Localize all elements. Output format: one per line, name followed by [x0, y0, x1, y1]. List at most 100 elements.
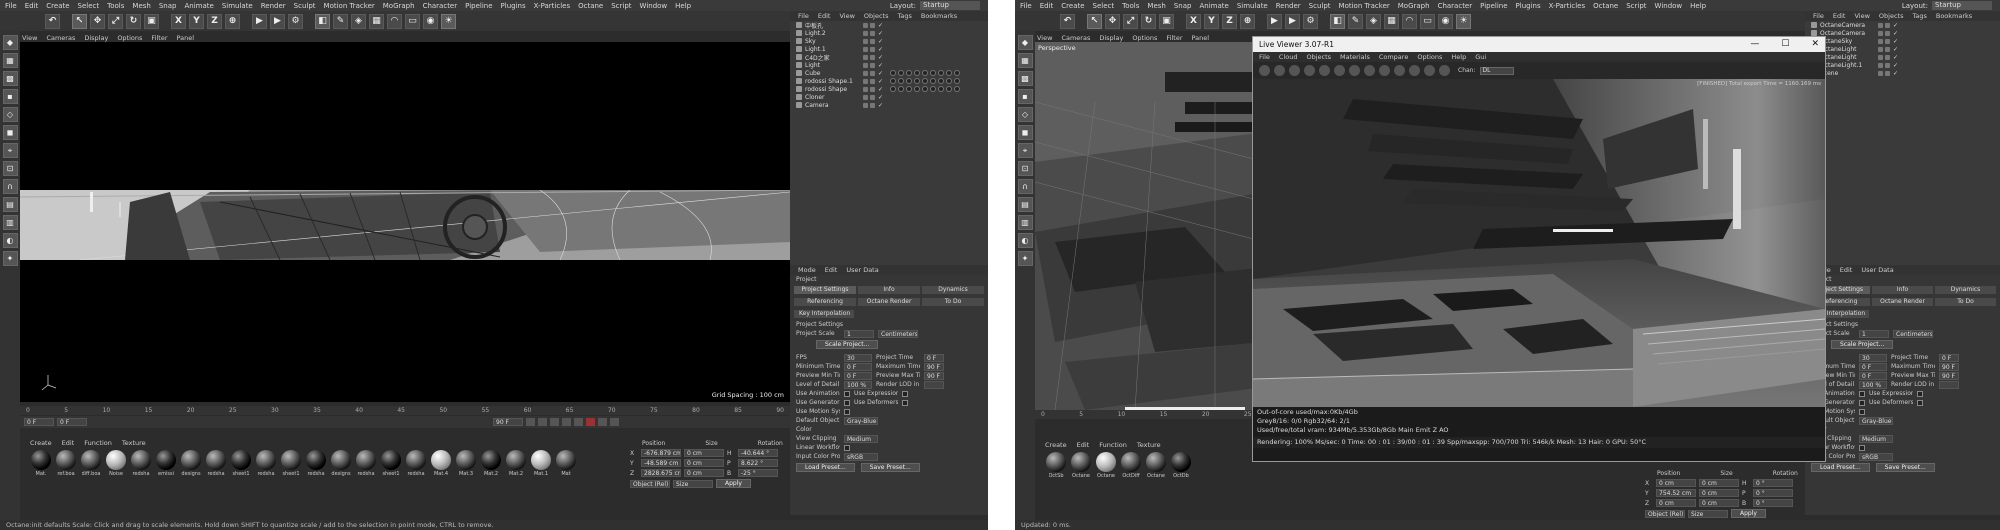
render-view-icon[interactable]: ▶ — [252, 13, 267, 29]
object-row[interactable]: rodossi Shape ✓ — [790, 85, 988, 93]
pen-icon[interactable]: ✎ — [333, 13, 348, 29]
load-preset-button[interactable]: Load Preset... — [796, 463, 855, 472]
size-field[interactable]: 0 cm — [1699, 499, 1739, 507]
start-frame-field[interactable]: 0 F — [24, 418, 54, 426]
viewport-menu-panel[interactable]: Panel — [1192, 34, 1210, 42]
lock-icon[interactable] — [1334, 65, 1345, 76]
checkbox[interactable] — [1859, 444, 1865, 451]
material-tag-icon[interactable] — [890, 78, 897, 84]
snap-icon[interactable]: ⊡ — [1017, 161, 1033, 176]
enabled-check-icon[interactable]: ✓ — [878, 22, 883, 29]
menu-item-script[interactable]: Script — [1626, 2, 1646, 10]
axis-z-icon[interactable]: Z — [1222, 13, 1237, 29]
material-swatch[interactable]: Octane — [1145, 452, 1167, 479]
floor-icon[interactable]: ▭ — [405, 13, 420, 29]
menu-item-simulate[interactable]: Simulate — [1237, 2, 1268, 10]
material-swatch[interactable]: Mat.4 — [430, 450, 452, 477]
rotation-field[interactable]: 0 ° — [1753, 479, 1793, 487]
render-visibility-icon[interactable] — [1885, 46, 1890, 52]
material-menu-edit[interactable]: Edit — [1077, 441, 1090, 449]
material-menu-texture[interactable]: Texture — [1137, 441, 1161, 449]
viewport-perspective[interactable]: Perspective — [20, 42, 790, 402]
view-clipping-select[interactable]: Medium — [1859, 434, 1893, 443]
maximize-icon[interactable]: ☐ — [1781, 39, 1789, 49]
enabled-check-icon[interactable]: ✓ — [1893, 22, 1898, 29]
material-menu-function[interactable]: Function — [84, 439, 112, 447]
render-visibility-icon[interactable] — [870, 54, 875, 60]
editor-visibility-icon[interactable] — [863, 62, 868, 68]
material-tag-icon[interactable] — [946, 86, 953, 92]
checkbox[interactable] — [902, 399, 908, 406]
rotation-field[interactable]: 0 ° — [1753, 489, 1793, 497]
restart-render-icon[interactable] — [1274, 65, 1285, 76]
material-tag-icon[interactable] — [954, 86, 961, 92]
cube-icon[interactable]: ◧ — [315, 13, 330, 29]
material-swatch[interactable]: Mat.2 — [480, 450, 502, 477]
material-tag-icon[interactable] — [898, 70, 905, 76]
checkbox[interactable] — [844, 444, 850, 451]
tab-octane-render[interactable]: Octane Render — [1872, 298, 1933, 306]
material-swatch[interactable]: Mat. — [30, 450, 52, 477]
material-swatch[interactable]: Noise — [105, 450, 127, 477]
menu-item-create[interactable]: Create — [1061, 2, 1084, 10]
current-frame-field[interactable]: 0 F — [57, 418, 87, 426]
menu-item-help[interactable]: Help — [675, 2, 691, 10]
tab-to-do[interactable]: To Do — [922, 298, 984, 306]
texture-mode-icon[interactable]: ▩ — [1017, 71, 1033, 86]
snap-icon[interactable]: ⊡ — [2, 161, 18, 176]
layout-value[interactable]: Startup — [920, 1, 980, 10]
rotation-field[interactable]: -25 ° — [738, 469, 778, 477]
editor-visibility-icon[interactable] — [863, 54, 868, 60]
render-visibility-icon[interactable] — [1885, 70, 1890, 76]
cube-icon[interactable]: ◧ — [1330, 13, 1345, 29]
focus-picker-icon[interactable] — [1394, 65, 1405, 76]
menu-item-script[interactable]: Script — [611, 2, 631, 10]
checkbox[interactable] — [902, 390, 908, 397]
menu-item-animate[interactable]: Animate — [184, 2, 213, 10]
render-output[interactable] — [1253, 79, 1825, 407]
object-row[interactable]: Cloner ✓ — [790, 93, 988, 101]
render-visibility-icon[interactable] — [870, 62, 875, 68]
editor-visibility-icon[interactable] — [863, 78, 868, 84]
viewport-menu-display[interactable]: Display — [1099, 34, 1123, 42]
material-tag-icon[interactable] — [906, 86, 913, 92]
minimize-icon[interactable]: — — [1750, 39, 1759, 49]
render-settings-icon[interactable]: ⚙ — [1303, 13, 1318, 29]
material-swatch[interactable]: Mat.3 — [455, 450, 477, 477]
material-swatch[interactable]: redsha — [205, 450, 227, 477]
attr-field[interactable]: 0 F — [1859, 371, 1887, 380]
attr-field[interactable]: 90 F — [924, 371, 944, 380]
material-swatch[interactable]: redsha — [255, 450, 277, 477]
menu-item-tools[interactable]: Tools — [107, 2, 124, 10]
attr-menu-user-data[interactable]: User Data — [846, 266, 878, 274]
save-image-icon[interactable] — [1364, 65, 1375, 76]
view-clipping-select[interactable]: Medium — [844, 434, 878, 443]
material-tag-icon[interactable] — [890, 86, 897, 92]
size-field[interactable]: 0 cm — [684, 469, 724, 477]
autokey-icon[interactable] — [598, 418, 607, 426]
material-tag-icon[interactable] — [954, 78, 961, 84]
render-visibility-icon[interactable] — [1885, 54, 1890, 60]
layout-value[interactable]: Startup — [1932, 1, 1992, 10]
object-row[interactable]: 中板孔 ✓ — [790, 21, 988, 30]
array-icon[interactable]: ▦ — [369, 13, 384, 29]
edge-mode-icon[interactable]: ◇ — [2, 107, 18, 122]
menu-item-sculpt[interactable]: Sculpt — [294, 2, 316, 10]
editor-visibility-icon[interactable] — [1878, 70, 1883, 76]
workplane-icon[interactable]: ▤ — [2, 197, 18, 212]
editor-visibility-icon[interactable] — [1878, 62, 1883, 68]
menu-item-x-particles[interactable]: X-Particles — [1549, 2, 1585, 10]
checkbox[interactable] — [844, 399, 850, 406]
enabled-check-icon[interactable]: ✓ — [878, 38, 883, 45]
material-tag-icon[interactable] — [938, 86, 945, 92]
size-field[interactable]: 0 cm — [1699, 479, 1739, 487]
render-visibility-icon[interactable] — [1885, 22, 1890, 28]
model-mode-icon[interactable]: ▦ — [1017, 53, 1033, 68]
enabled-check-icon[interactable]: ✓ — [878, 102, 883, 109]
edge-mode-icon[interactable]: ◇ — [1017, 107, 1033, 122]
subdivision-icon[interactable]: ◈ — [1366, 13, 1381, 29]
material-tag-icon[interactable] — [930, 86, 937, 92]
axis-y-icon[interactable]: Y — [1204, 13, 1219, 29]
material-swatch[interactable]: ref.boa — [55, 450, 77, 477]
object-menu-tags[interactable]: Tags — [1912, 12, 1926, 20]
